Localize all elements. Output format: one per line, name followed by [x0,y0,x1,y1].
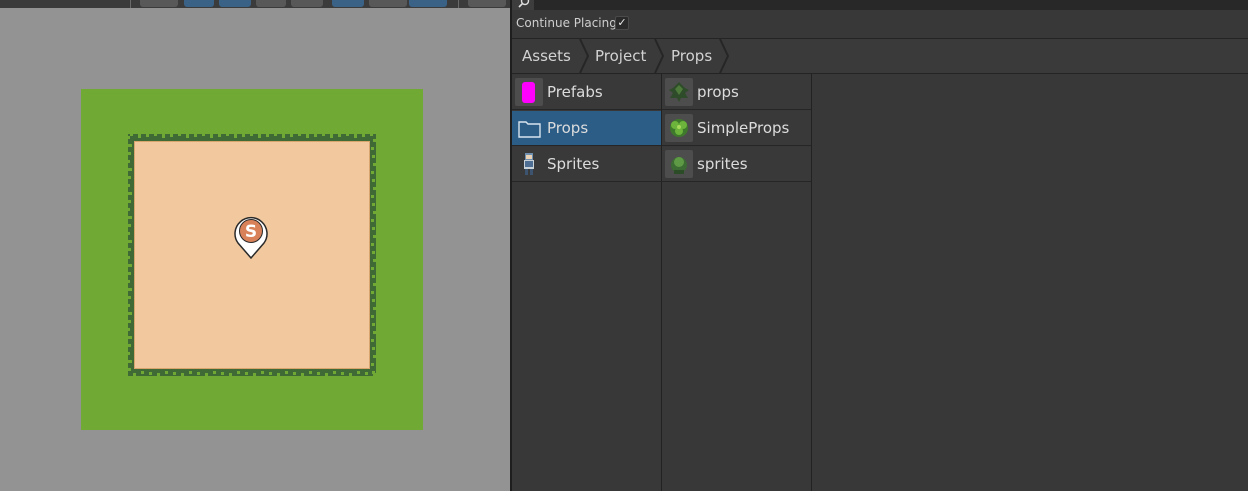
asset-placer-panel: Continue Placing ✓ Assets Project Props … [512,0,1248,491]
list-item-label: Sprites [547,155,600,173]
list-item-label: Prefabs [547,83,603,101]
list-item-label: Props [547,119,589,137]
list-item-label: props [697,83,739,101]
list-item-label: SimpleProps [697,119,790,137]
star-icon[interactable] [256,0,286,7]
breadcrumb-item-assets[interactable]: Assets [522,39,571,73]
bush-sprite-icon [665,114,693,142]
search-tab[interactable] [512,0,534,10]
breadcrumb: Assets Project Props [512,39,1248,74]
settings-icon[interactable] [468,0,506,7]
scene-view[interactable]: S [0,0,510,491]
spawn-pin-icon[interactable]: S [232,212,270,260]
folder-icon [515,114,543,142]
search-icon[interactable] [518,0,530,9]
globe-icon[interactable] [140,0,178,7]
list-item-props-asset[interactable]: props [662,75,811,110]
character-sprite-icon [515,150,543,178]
list-item-label: sprites [697,155,748,173]
list-item-sprites[interactable]: Sprites [512,147,661,182]
view-icon[interactable] [369,0,407,7]
breadcrumb-item-project[interactable]: Project [595,39,646,73]
asset-column: props SimpleProps sprites [662,74,812,491]
list-item-prefabs[interactable]: Prefabs [512,75,661,110]
panel-topbar [512,0,1248,10]
move-tool-icon[interactable] [219,0,251,7]
pin-letter: S [245,222,257,242]
folder-column: Prefabs Props Sprites [512,74,662,491]
breadcrumb-separator-icon [579,39,590,73]
prefab-icon [515,78,543,106]
continue-placing-label: Continue Placing [516,16,617,30]
gizmo-icon[interactable] [409,0,447,7]
layers-icon[interactable] [184,0,214,7]
breadcrumb-separator-icon [654,39,665,73]
breadcrumb-item-props[interactable]: Props [671,39,712,73]
chat-icon[interactable] [332,0,364,7]
placement-options: Continue Placing ✓ [512,10,1248,39]
toolbar-separator [130,0,131,8]
list-item-props[interactable]: Props [512,111,661,146]
breadcrumb-separator-icon [719,39,730,73]
toolbar-separator [458,0,459,8]
list-item-sprites-asset[interactable]: sprites [662,147,811,182]
plant-sprite-icon [665,150,693,178]
tree-sprite-icon [665,78,693,106]
continue-placing-checkbox[interactable]: ✓ [615,16,629,30]
scene-toolbar [0,0,510,8]
shape-icon[interactable] [291,0,323,7]
list-item-simpleprops-asset[interactable]: SimpleProps [662,111,811,146]
checkmark-icon: ✓ [617,16,627,29]
